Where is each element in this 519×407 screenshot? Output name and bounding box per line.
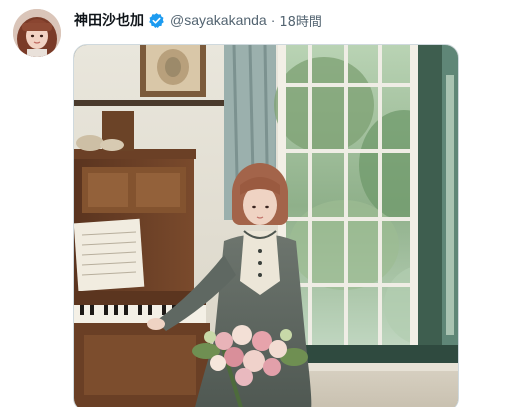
tweet-header: 神田沙也加 @sayakakanda · 18時間 <box>74 10 322 30</box>
tweet-media-photo[interactable] <box>73 44 459 407</box>
display-name[interactable]: 神田沙也加 <box>74 10 144 30</box>
tweet-card[interactable]: 神田沙也加 @sayakakanda · 18時間 <box>0 0 519 407</box>
avatar-image <box>13 9 61 57</box>
user-handle[interactable]: @sayakakanda <box>170 12 267 28</box>
header-separator: · <box>270 12 276 28</box>
verified-badge-icon <box>148 12 165 29</box>
tweet-timestamp[interactable]: 18時間 <box>279 11 322 30</box>
user-avatar[interactable] <box>13 9 61 57</box>
photo-image <box>74 45 458 407</box>
